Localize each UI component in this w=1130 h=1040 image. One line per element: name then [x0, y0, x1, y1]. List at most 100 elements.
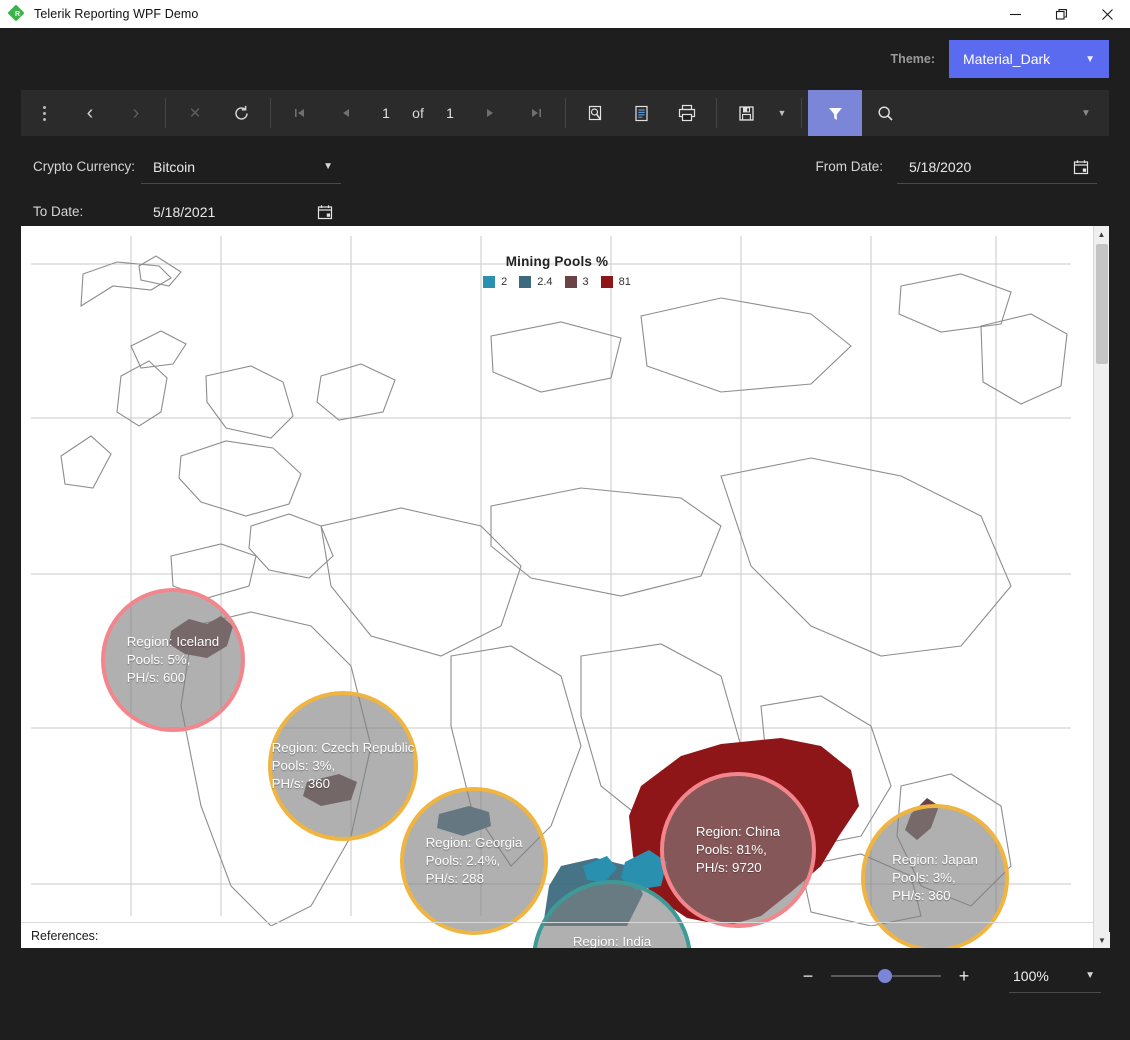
first-page-icon	[295, 109, 304, 117]
search-icon	[877, 105, 893, 121]
scroll-down-button[interactable]: ▼	[1094, 932, 1110, 948]
last-page-button[interactable]	[513, 90, 559, 136]
print-button[interactable]	[664, 90, 710, 136]
previous-page-button[interactable]	[323, 90, 369, 136]
page-setup-button[interactable]	[572, 90, 618, 136]
legend-swatch	[600, 276, 613, 288]
toolbar-divider	[801, 98, 802, 128]
vertical-scrollbar[interactable]: ▲ ▼	[1093, 226, 1110, 948]
window-bottom-strip	[0, 1004, 1130, 1018]
legend-item[interactable]: 81	[600, 276, 631, 288]
theme-bar: Theme: Material_Dark ▼	[0, 28, 1130, 90]
export-button[interactable]	[723, 90, 769, 136]
zoom-slider[interactable]	[831, 966, 941, 986]
references-label: References:	[21, 922, 1093, 948]
bubble-label: Region: Czech Republic Pools: 3%, PH/s: 36…	[271, 740, 415, 791]
toggle-parameters-button[interactable]	[808, 90, 862, 136]
next-page-button[interactable]	[467, 90, 513, 136]
from-date-label: From Date:	[815, 159, 883, 174]
maximize-button[interactable]	[1038, 0, 1084, 28]
refresh-button[interactable]	[218, 90, 264, 136]
to-date-input[interactable]: 5/18/2021	[141, 195, 341, 229]
chevron-down-icon: ▼	[1085, 970, 1095, 981]
legend-title: Mining Pools %	[505, 254, 609, 269]
last-page-icon	[532, 109, 541, 117]
legend-label: 2	[501, 276, 508, 288]
close-icon: ✕	[188, 105, 202, 122]
bubble-label: Region: Iceland Pools: 5%, PH/s: 600	[126, 634, 220, 685]
theme-dropdown[interactable]: Material_Dark ▼	[949, 40, 1109, 78]
refresh-icon	[234, 105, 248, 120]
scrollbar-thumb[interactable]	[1096, 244, 1108, 364]
crypto-currency-select[interactable]: Bitcoin ▼	[141, 150, 341, 184]
triangle-right-icon	[487, 109, 493, 117]
total-pages-label: 1	[446, 105, 454, 121]
current-page-input[interactable]: 1	[369, 90, 403, 136]
map-bubble-czech-republic[interactable]: Region: Czech Republic Pools: 3%, PH/s: 36…	[268, 691, 418, 841]
parameters-panel: Crypto Currency: Bitcoin ▼ To Date: 5/18…	[21, 136, 1109, 229]
scroll-up-button[interactable]: ▲	[1094, 226, 1109, 242]
legend-label: 2.4	[537, 276, 553, 288]
page-setup-icon	[588, 105, 601, 120]
map-legend: Mining Pools % 2 2.4 3 81	[21, 254, 1093, 288]
chevron-down-icon: ▼	[1085, 53, 1095, 65]
report-page: Mining Pools % 2 2.4 3 81 Region: Icelan…	[21, 226, 1093, 948]
toolbar-divider	[565, 98, 566, 128]
search-button[interactable]	[862, 90, 908, 136]
zoom-in-button[interactable]: +	[947, 959, 981, 993]
first-page-button[interactable]	[277, 90, 323, 136]
report-viewer: Mining Pools % 2 2.4 3 81 Region: Icelan…	[21, 226, 1110, 948]
minimize-button[interactable]	[992, 0, 1038, 28]
to-date-label: To Date:	[33, 204, 84, 219]
from-date-value: 5/18/2020	[909, 158, 972, 175]
filter-icon	[828, 107, 842, 120]
from-date-input[interactable]: 5/18/2020	[897, 150, 1097, 184]
zoom-slider-thumb[interactable]	[878, 969, 892, 983]
history-back-button[interactable]: ‹	[67, 90, 113, 136]
window-controls	[992, 0, 1130, 28]
document-map-button[interactable]	[618, 90, 664, 136]
toolbar-overflow-button[interactable]: ▼	[1063, 90, 1109, 136]
history-forward-button[interactable]: ›	[113, 90, 159, 136]
legend-item[interactable]: 3	[564, 276, 589, 288]
legend-item[interactable]: 2.4	[519, 276, 553, 288]
app-logo-letter: R	[14, 11, 21, 18]
app-logo-icon: R	[7, 4, 25, 22]
menu-button[interactable]	[21, 90, 67, 136]
legend-label: 81	[618, 276, 631, 288]
save-floppy-icon	[738, 105, 754, 121]
map-bubble-china[interactable]: Region: China Pools: 81%, PH/s: 9720	[660, 772, 816, 928]
crypto-currency-label: Crypto Currency:	[33, 159, 136, 174]
application-window: R Telerik Reporting WPF Demo Theme: Mate…	[0, 0, 1130, 1040]
report-toolbar: ‹ › ✕ 1 of 1 ▼ ▼	[21, 90, 1109, 136]
bubble-label: Region: Georgia Pools: 2.4%, PH/s: 288	[425, 835, 523, 886]
legend-swatch	[483, 276, 496, 288]
stop-button[interactable]: ✕	[172, 90, 218, 136]
legend-items: 2 2.4 3 81	[21, 276, 1093, 288]
to-date-value: 5/18/2021	[153, 203, 216, 220]
close-button[interactable]	[1084, 0, 1130, 28]
bubble-label: Region: Japan Pools: 3%, PH/s: 360	[892, 852, 978, 903]
legend-swatch	[564, 276, 577, 288]
calendar-icon[interactable]	[1073, 159, 1089, 175]
toolbar-divider	[165, 98, 166, 128]
chevron-right-icon: ›	[132, 101, 140, 124]
kebab-menu-icon	[42, 105, 46, 121]
chevron-down-icon: ▼	[1081, 107, 1091, 119]
chevron-left-icon: ‹	[86, 101, 94, 124]
map-bubble-georgia[interactable]: Region: Georgia Pools: 2.4%, PH/s: 288	[400, 787, 548, 935]
chevron-down-icon: ▼	[777, 108, 787, 118]
toolbar-divider	[270, 98, 271, 128]
legend-label: 3	[582, 276, 589, 288]
map-bubble-iceland[interactable]: Region: Iceland Pools: 5%, PH/s: 600	[101, 588, 245, 732]
zoom-out-button[interactable]: −	[791, 959, 825, 993]
toolbar-divider	[716, 98, 717, 128]
printer-icon	[678, 104, 696, 122]
export-dropdown-button[interactable]: ▼	[769, 90, 795, 136]
calendar-icon[interactable]	[317, 204, 333, 220]
theme-label: Theme:	[890, 52, 935, 66]
zoom-level-select[interactable]: 100% ▼	[1009, 959, 1101, 993]
document-icon	[634, 105, 648, 121]
map-chart: Mining Pools % 2 2.4 3 81 Region: Icelan…	[21, 226, 1093, 948]
legend-item[interactable]: 2	[483, 276, 507, 288]
